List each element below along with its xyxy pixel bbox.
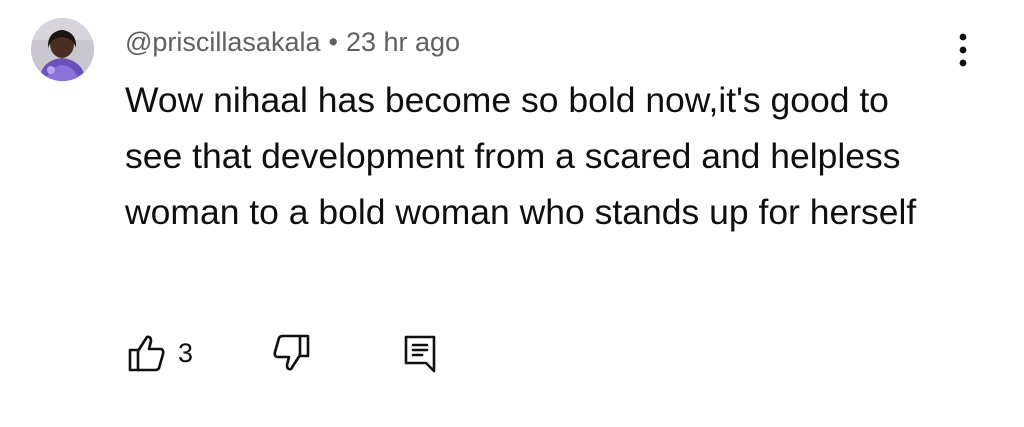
like-button[interactable]: 3 <box>128 328 193 378</box>
comment-meta: @priscillasakala • 23 hr ago <box>125 24 460 60</box>
more-vert-icon <box>959 33 967 67</box>
like-count: 3 <box>178 337 194 368</box>
dislike-button[interactable] <box>272 328 310 378</box>
comment-text: Wow nihaal has become so bold now,it's g… <box>125 80 917 232</box>
comment-card: @priscillasakala • 23 hr ago Wow nihaal ha… <box>0 0 1024 427</box>
comment-timestamp[interactable]: 23 hr ago <box>346 27 460 57</box>
avatar-image <box>31 18 94 81</box>
author-name[interactable]: @priscillasakala <box>125 27 320 57</box>
more-options-button[interactable] <box>945 28 981 72</box>
meta-separator: • <box>328 27 338 57</box>
avatar[interactable] <box>31 18 94 81</box>
reply-button[interactable] <box>403 328 439 378</box>
thumb-down-icon <box>273 334 310 371</box>
comment-reply-icon <box>404 335 436 373</box>
thumb-up-icon <box>128 335 165 372</box>
